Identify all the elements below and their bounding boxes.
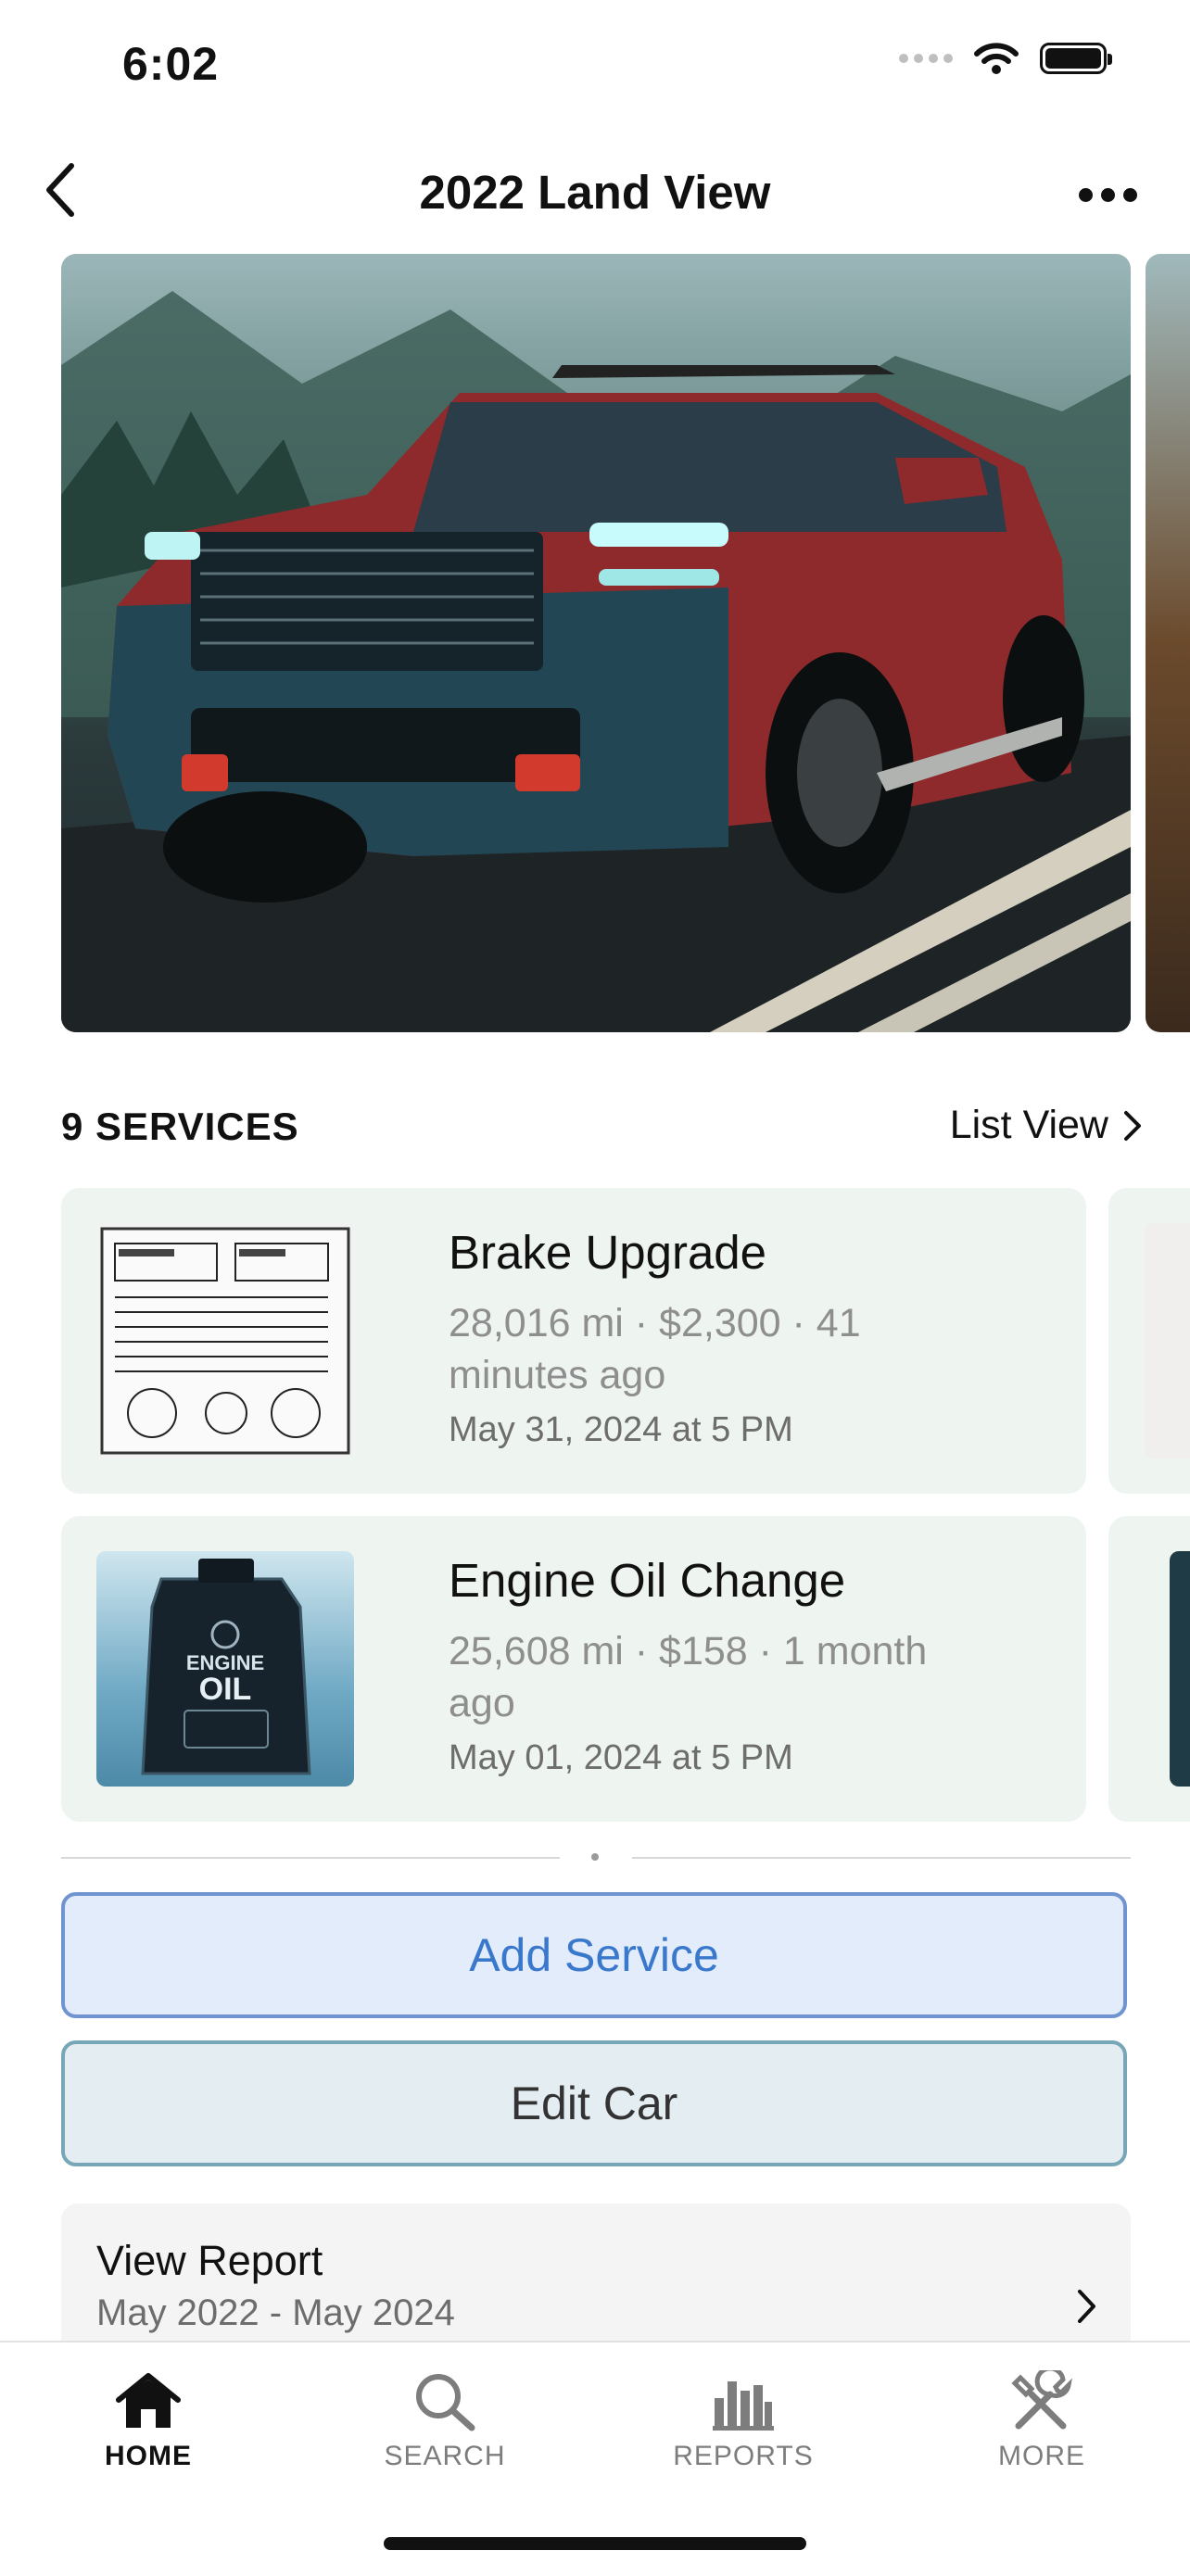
chevron-right-icon — [1124, 1110, 1141, 1141]
car-photo[interactable] — [61, 254, 1131, 1032]
service-card[interactable]: ENGINE OIL Engine Oil Change 25,608 mi ·… — [61, 1516, 1086, 1822]
page-title: 2022 Land View — [419, 166, 771, 219]
service-thumbnail-peek — [1170, 1551, 1190, 1787]
service-card-peek[interactable] — [1108, 1516, 1190, 1822]
tab-search[interactable]: SEARCH — [343, 2370, 547, 2472]
wifi-icon — [974, 43, 1019, 74]
tab-label: MORE — [998, 2441, 1085, 2471]
report-title: View Report — [96, 2237, 323, 2284]
tools-icon — [1011, 2370, 1072, 2430]
status-icons — [899, 41, 1112, 76]
magnifier-icon — [416, 2374, 475, 2431]
service-title: Brake Upgrade — [449, 1226, 767, 1279]
service-meta: 25,608 mi · $158 · 1 month ago — [449, 1629, 928, 1725]
ellipsis-icon — [1078, 187, 1093, 202]
oil-label-big: OIL — [199, 1672, 252, 1707]
service-date: May 31, 2024 at 5 PM — [449, 1410, 793, 1449]
tab-label: SEARCH — [384, 2441, 506, 2471]
chevron-right-icon — [1078, 2290, 1095, 2323]
service-card[interactable]: Brake Upgrade 28,016 mi · $2,300 · 41 mi… — [61, 1188, 1086, 1494]
home-indicator[interactable] — [384, 2537, 806, 2550]
divider — [632, 1857, 1131, 1859]
status-time: 6:02 — [122, 38, 220, 90]
house-icon — [116, 2373, 181, 2428]
add-service-button[interactable]: Add Service — [61, 1892, 1127, 2018]
tab-more[interactable]: MORE — [940, 2370, 1144, 2472]
service-thumbnail-peek — [1144, 1223, 1190, 1458]
service-card-peek[interactable] — [1108, 1188, 1190, 1494]
service-thumbnail — [96, 1223, 354, 1458]
edit-car-button[interactable]: Edit Car — [61, 2040, 1127, 2166]
page-indicator-dot — [591, 1853, 599, 1861]
divider — [61, 1857, 560, 1859]
next-car-photo-peek[interactable] — [1146, 254, 1190, 1032]
service-meta: 28,016 mi · $2,300 · 41 minutes ago — [449, 1301, 861, 1397]
list-view-link[interactable]: List View — [950, 1103, 1142, 1148]
battery-icon — [1040, 43, 1112, 74]
report-range: May 2022 - May 2024 — [96, 2292, 455, 2333]
cellular-signal-icon — [899, 54, 953, 63]
tab-home[interactable]: HOME — [46, 2370, 250, 2472]
service-thumbnail: ENGINE OIL — [96, 1551, 354, 1787]
more-options-button[interactable] — [1066, 167, 1149, 222]
service-title: Engine Oil Change — [449, 1554, 846, 1607]
tab-label: REPORTS — [673, 2441, 814, 2471]
list-view-label: List View — [949, 1103, 1108, 1147]
tab-label: HOME — [105, 2441, 192, 2471]
services-count: 9 SERVICES — [61, 1105, 299, 1148]
tab-reports[interactable]: REPORTS — [641, 2370, 845, 2472]
car-illustration — [61, 291, 1131, 1032]
service-date: May 01, 2024 at 5 PM — [449, 1738, 793, 1777]
bar-chart-icon — [713, 2381, 774, 2431]
